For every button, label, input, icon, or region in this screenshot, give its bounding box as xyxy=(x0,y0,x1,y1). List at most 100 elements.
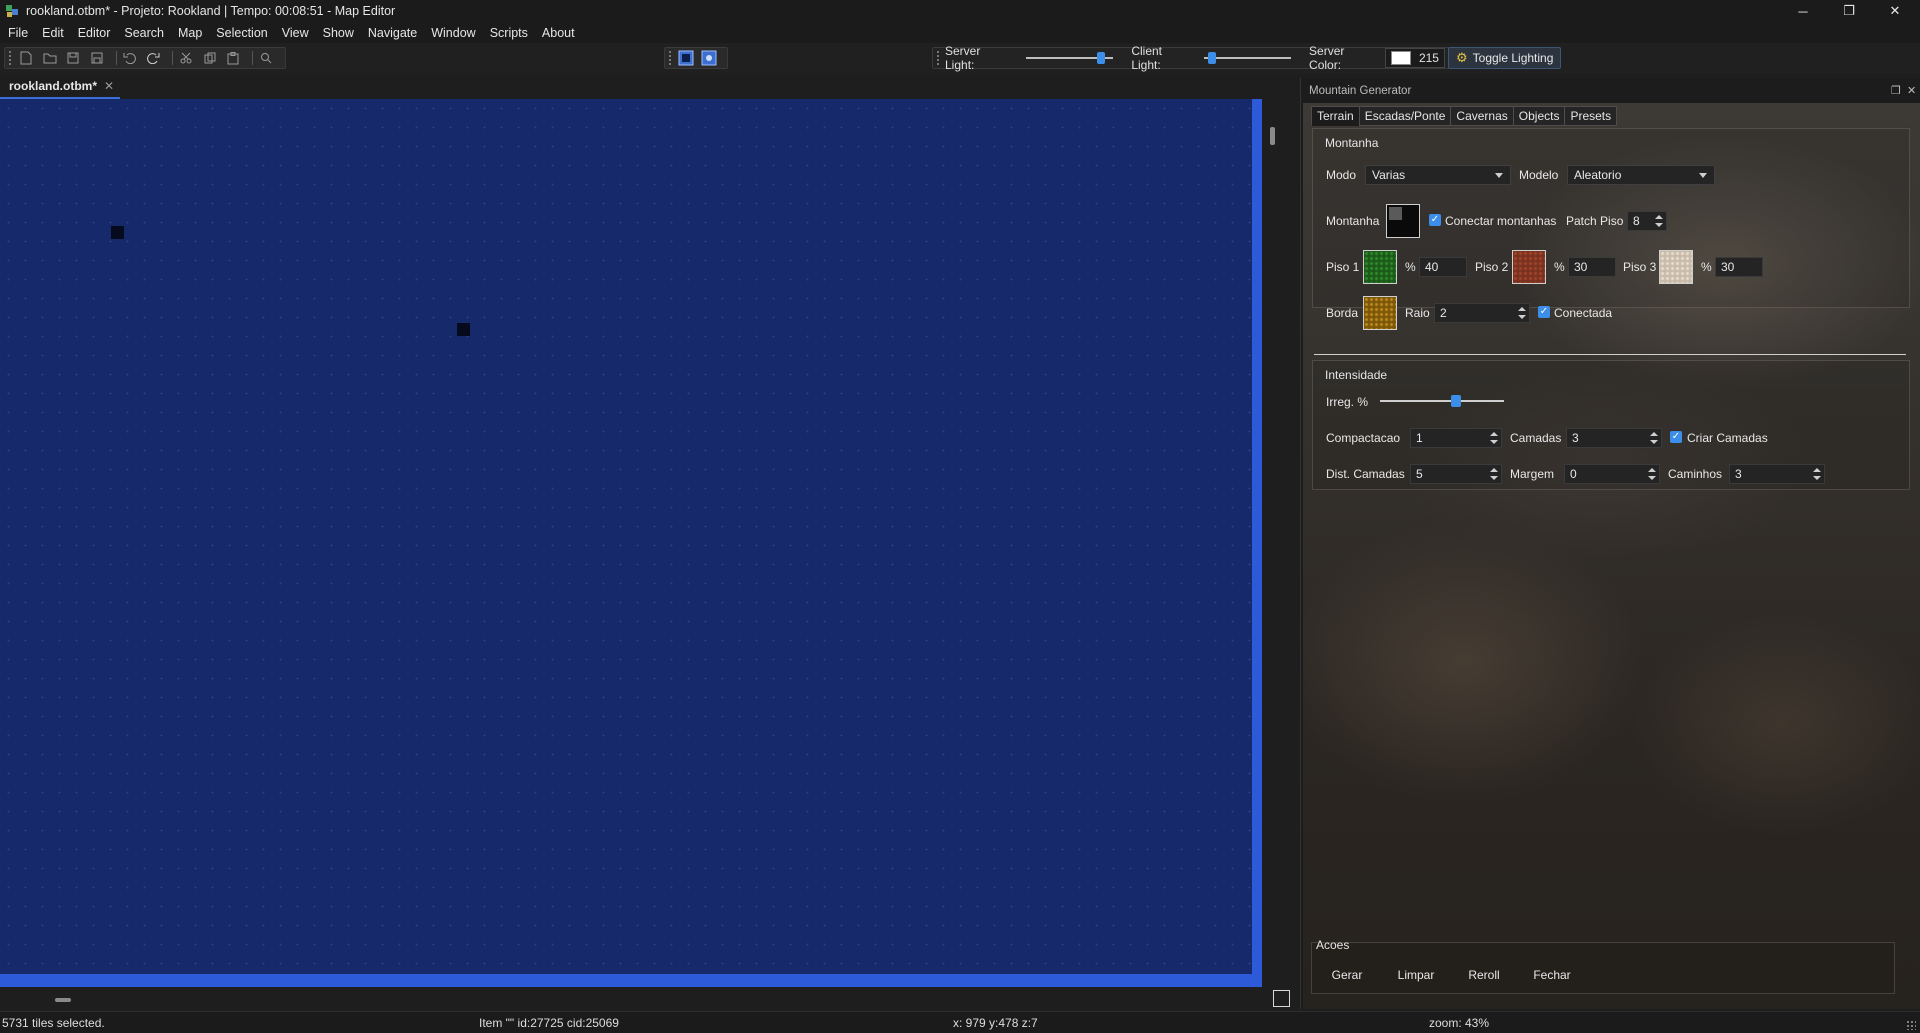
map-vertical-scrollbar[interactable] xyxy=(1262,99,1284,987)
dist-camadas-label: Dist. Camadas xyxy=(1326,467,1405,481)
tab-objects[interactable]: Objects xyxy=(1512,106,1565,126)
close-button[interactable]: ✕ xyxy=(1872,0,1918,22)
restore-button[interactable]: ❐ xyxy=(1826,0,1872,22)
server-color-value: 215 xyxy=(1418,51,1439,65)
piso2-percent-input[interactable]: 30 xyxy=(1568,257,1616,277)
redo-icon[interactable] xyxy=(145,50,163,66)
camadas-spinbox[interactable]: 3 xyxy=(1566,428,1662,448)
conectar-montanhas-checkbox[interactable]: ✓ xyxy=(1429,214,1441,226)
menu-show[interactable]: Show xyxy=(323,26,354,40)
undo-icon[interactable] xyxy=(121,50,139,66)
server-color-picker[interactable]: 215 xyxy=(1384,48,1445,68)
toolbar-grip[interactable] xyxy=(937,51,939,65)
all-floors-view-icon[interactable] xyxy=(700,50,717,66)
single-floor-view-icon[interactable] xyxy=(677,50,694,66)
piso1-percent-input[interactable]: 40 xyxy=(1419,257,1467,277)
piso3-percent-input[interactable]: 30 xyxy=(1715,257,1763,277)
caminhos-spinbox[interactable]: 3 xyxy=(1729,464,1825,484)
menu-scripts[interactable]: Scripts xyxy=(490,26,528,40)
status-selection: 5731 tiles selected. xyxy=(2,1016,105,1030)
fechar-button[interactable]: Fechar xyxy=(1525,964,1579,986)
resize-grip[interactable] xyxy=(1906,1020,1916,1030)
search-icon[interactable] xyxy=(257,50,275,66)
modelo-label: Modelo xyxy=(1519,168,1559,182)
spin-arrows-icon[interactable] xyxy=(1813,467,1821,481)
montanha-label: Montanha xyxy=(1326,214,1380,228)
float-panel-icon[interactable]: ❐ xyxy=(1891,84,1901,97)
menu-bar: File Edit Editor Search Map Selection Vi… xyxy=(0,22,1920,43)
status-bar: 5731 tiles selected. Item "" id:27725 ci… xyxy=(0,1011,1920,1033)
piso2-percent-label: % xyxy=(1554,260,1565,274)
open-icon[interactable] xyxy=(41,50,59,66)
paste-icon[interactable] xyxy=(225,50,243,66)
margem-spinbox[interactable]: 0 xyxy=(1564,464,1660,484)
save-all-icon[interactable] xyxy=(88,50,106,66)
menu-edit[interactable]: Edit xyxy=(42,26,64,40)
spin-arrows-icon[interactable] xyxy=(1518,306,1526,320)
piso1-texture-picker[interactable] xyxy=(1363,250,1397,284)
document-tab[interactable]: rookland.otbm* ✕ xyxy=(0,75,120,99)
client-light-slider[interactable] xyxy=(1204,50,1292,66)
toggle-lighting-button[interactable]: ⚙ Toggle Lighting xyxy=(1448,47,1562,69)
tab-terrain[interactable]: Terrain xyxy=(1311,106,1359,126)
tab-escadas-ponte[interactable]: Escadas/Ponte xyxy=(1358,106,1451,126)
menu-map[interactable]: Map xyxy=(178,26,202,40)
piso3-percent-label: % xyxy=(1701,260,1712,274)
new-file-icon[interactable] xyxy=(17,50,35,66)
toolbar-grip[interactable] xyxy=(9,51,11,65)
compactacao-label: Compactacao xyxy=(1326,431,1401,445)
menu-window[interactable]: Window xyxy=(431,26,475,40)
slider-thumb[interactable] xyxy=(1451,395,1461,407)
mountain-texture-picker[interactable] xyxy=(1386,204,1420,238)
server-light-slider[interactable] xyxy=(1026,50,1114,66)
panel-title: Mountain Generator xyxy=(1309,84,1412,97)
conectada-checkbox[interactable]: ✓ xyxy=(1538,306,1550,318)
save-icon[interactable] xyxy=(64,50,82,66)
compactacao-spinbox[interactable]: 1 xyxy=(1410,428,1502,448)
spin-arrows-icon[interactable] xyxy=(1490,467,1498,481)
menu-view[interactable]: View xyxy=(282,26,309,40)
menu-navigate[interactable]: Navigate xyxy=(368,26,417,40)
map-tile-dark[interactable] xyxy=(457,323,470,336)
panel-tabs: Terrain Escadas/Ponte Cavernas Objects P… xyxy=(1311,106,1618,126)
tab-cavernas[interactable]: Cavernas xyxy=(1450,106,1513,126)
close-panel-icon[interactable]: ✕ xyxy=(1907,84,1916,97)
menu-about[interactable]: About xyxy=(542,26,575,40)
close-tab-icon[interactable]: ✕ xyxy=(104,79,114,93)
raio-spinbox[interactable]: 2 xyxy=(1434,303,1530,323)
dist-camadas-spinbox[interactable]: 5 xyxy=(1410,464,1502,484)
irreg-slider[interactable] xyxy=(1380,393,1504,409)
reroll-button[interactable]: Reroll xyxy=(1457,964,1511,986)
slider-thumb[interactable] xyxy=(1097,52,1106,64)
patch-piso-spinbox[interactable]: 8 xyxy=(1627,211,1667,231)
map-horizontal-scrollbar[interactable] xyxy=(0,987,1262,1009)
tab-presets[interactable]: Presets xyxy=(1564,106,1618,126)
criar-camadas-checkbox[interactable]: ✓ xyxy=(1670,431,1682,443)
map-canvas[interactable] xyxy=(0,99,1262,987)
borda-texture-picker[interactable] xyxy=(1363,296,1397,330)
map-tile-dark[interactable] xyxy=(111,226,124,239)
menu-search[interactable]: Search xyxy=(124,26,164,40)
piso2-texture-picker[interactable] xyxy=(1512,250,1546,284)
copy-icon[interactable] xyxy=(201,50,219,66)
gerar-button[interactable]: Gerar xyxy=(1323,964,1371,986)
slider-thumb[interactable] xyxy=(1208,52,1217,64)
menu-selection[interactable]: Selection xyxy=(216,26,267,40)
modo-select[interactable]: Varias xyxy=(1365,165,1511,185)
piso3-texture-picker[interactable] xyxy=(1659,250,1693,284)
piso1-label: Piso 1 xyxy=(1326,260,1360,274)
spin-arrows-icon[interactable] xyxy=(1648,467,1656,481)
scrollbar-handle[interactable] xyxy=(55,998,71,1002)
scrollbar-handle[interactable] xyxy=(1270,127,1275,145)
modelo-select[interactable]: Aleatorio xyxy=(1567,165,1715,185)
cut-icon[interactable] xyxy=(177,50,195,66)
menu-editor[interactable]: Editor xyxy=(78,26,111,40)
toolbar-grip[interactable] xyxy=(669,51,671,65)
spin-arrows-icon[interactable] xyxy=(1650,431,1658,445)
minimize-button[interactable]: ─ xyxy=(1780,0,1826,22)
menu-file[interactable]: File xyxy=(8,26,28,40)
spin-arrows-icon[interactable] xyxy=(1490,431,1498,445)
spin-arrows-icon[interactable] xyxy=(1655,214,1663,228)
limpar-button[interactable]: Limpar xyxy=(1389,964,1443,986)
status-zoom: zoom: 43% xyxy=(1429,1016,1490,1030)
